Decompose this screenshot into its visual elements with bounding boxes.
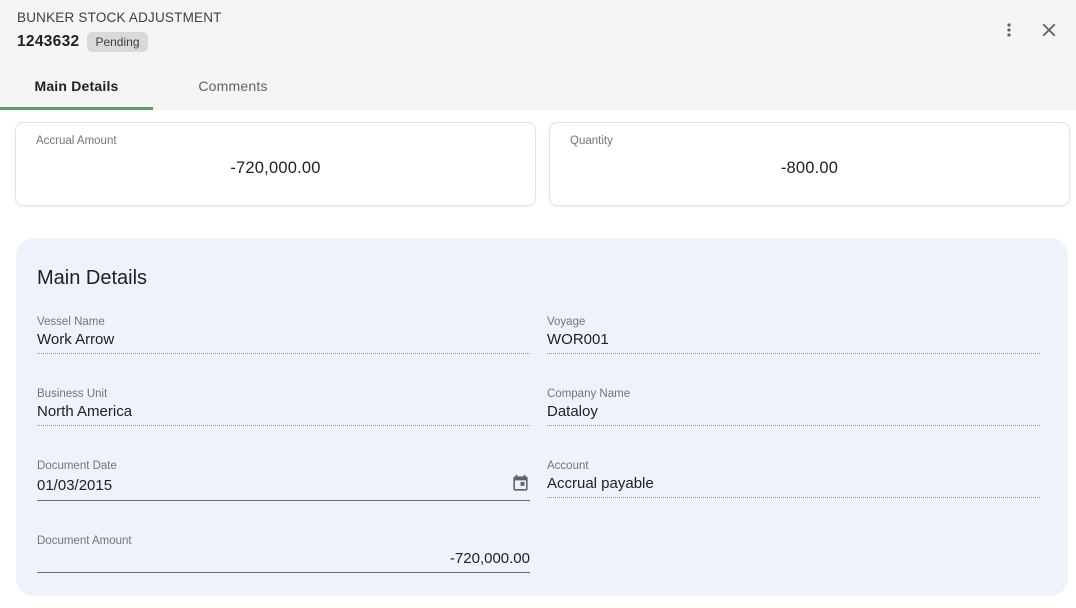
business-unit-label: Business Unit <box>37 388 530 400</box>
field-business-unit: Business Unit North America <box>37 388 530 426</box>
section-title: Main Details <box>37 267 1040 290</box>
company-name-label: Company Name <box>547 388 1040 400</box>
field-account: Account Accrual payable <box>547 460 1040 501</box>
voyage-label: Voyage <box>547 316 1040 328</box>
account-label: Account <box>547 460 1040 472</box>
vessel-name-label: Vessel Name <box>37 316 530 328</box>
tab-main-details-label: Main Details <box>34 78 118 94</box>
active-tab-indicator <box>0 107 153 110</box>
status-badge: Pending <box>87 32 147 52</box>
vessel-name-value: Work Arrow <box>37 331 114 348</box>
quantity-label: Quantity <box>570 135 1049 147</box>
field-grid: Vessel Name Work Arrow Voyage WOR001 Bus… <box>37 316 1040 573</box>
more-options-button[interactable] <box>996 17 1022 43</box>
bunker-stock-adjustment-dialog: BUNKER STOCK ADJUSTMENT 1243632 Pending … <box>0 0 1076 608</box>
tab-comments-label: Comments <box>198 78 267 94</box>
field-company-name: Company Name Dataloy <box>547 388 1040 426</box>
accrual-amount-label: Accrual Amount <box>36 135 515 147</box>
document-amount-label: Document Amount <box>37 535 530 547</box>
field-document-amount: Document Amount <box>37 535 530 573</box>
voyage-value: WOR001 <box>547 331 609 348</box>
document-amount-input[interactable] <box>37 550 530 567</box>
tab-main-details[interactable]: Main Details <box>0 62 153 110</box>
accrual-amount-value: -720,000.00 <box>36 159 515 178</box>
field-document-date: Document Date <box>37 460 530 501</box>
accrual-amount-card: Accrual Amount -720,000.00 <box>15 122 536 206</box>
document-date-label: Document Date <box>37 460 530 472</box>
account-value: Accrual payable <box>547 475 654 492</box>
close-button[interactable] <box>1036 17 1062 43</box>
kebab-menu-icon <box>999 20 1019 40</box>
quantity-value: -800.00 <box>570 159 1049 178</box>
calendar-icon <box>511 474 530 496</box>
dialog-title: BUNKER STOCK ADJUSTMENT <box>17 10 1060 25</box>
tabbar: Main Details Comments <box>0 62 313 110</box>
tab-comments[interactable]: Comments <box>153 62 313 110</box>
main-details-section: Main Details Vessel Name Work Arrow Voya… <box>16 238 1068 596</box>
field-vessel-name: Vessel Name Work Arrow <box>37 316 530 354</box>
document-id: 1243632 <box>17 33 79 51</box>
field-voyage: Voyage WOR001 <box>547 316 1040 354</box>
document-date-input[interactable] <box>37 477 510 494</box>
document-date-picker-button[interactable] <box>510 475 530 495</box>
company-name-value: Dataloy <box>547 403 598 420</box>
quantity-card: Quantity -800.00 <box>549 122 1070 206</box>
business-unit-value: North America <box>37 403 132 420</box>
dialog-header: BUNKER STOCK ADJUSTMENT 1243632 Pending … <box>0 0 1076 110</box>
close-icon <box>1038 19 1060 41</box>
summary-cards-row: Accrual Amount -720,000.00 Quantity -800… <box>15 122 1070 206</box>
